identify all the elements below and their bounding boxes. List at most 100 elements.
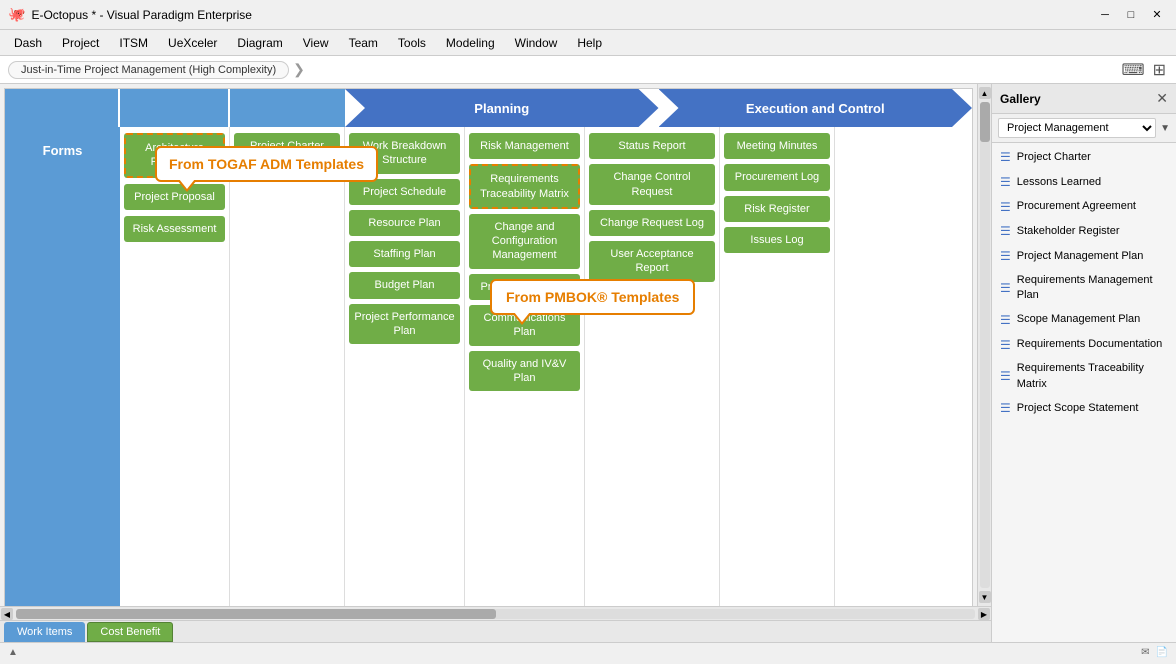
exec-card-uar[interactable]: User Acceptance Report — [589, 241, 715, 282]
menu-window[interactable]: Window — [505, 34, 568, 52]
doc-icon-6: ☰ — [1000, 312, 1011, 329]
col-planning-1: Work Breakdown Structure Project Schedul… — [345, 127, 465, 606]
plan-card-quality[interactable]: Quality and IV&V Plan — [469, 351, 580, 392]
menu-bar: Dash Project ITSM UeXceler Diagram View … — [0, 30, 1176, 56]
gallery-filter-arrow: ▼ — [1160, 123, 1170, 134]
status-page-icon[interactable]: 📄 — [1156, 647, 1168, 658]
tab-cost-benefit[interactable]: Cost Benefit — [87, 622, 173, 642]
gallery-item-9[interactable]: ☰ Project Scope Statement — [992, 396, 1176, 421]
exec-card-riskreg[interactable]: Risk Register — [724, 196, 830, 222]
gallery-filter-select[interactable]: Project Management — [998, 118, 1156, 138]
plan-card-budget[interactable]: Budget Plan — [349, 272, 460, 298]
header-forms — [5, 89, 120, 127]
gallery-item-label-5: Requirements Management Plan — [1017, 273, 1168, 304]
exec-card-proclog[interactable]: Procurement Log — [724, 164, 830, 190]
h-scroll-right[interactable]: ▶ — [978, 608, 990, 620]
plan-card-resource[interactable]: Resource Plan — [349, 210, 460, 236]
swim-lanes: Planning Execution and Control Forms — [4, 88, 973, 606]
gallery-item-label-2: Procurement Agreement — [1017, 199, 1136, 214]
breadcrumb-bar: Just-in-Time Project Management (High Co… — [0, 56, 1176, 84]
exec-card-crl[interactable]: Change Request Log — [589, 210, 715, 236]
gallery-item-label-9: Project Scope Statement — [1017, 401, 1139, 416]
col-init: Project Charter — [230, 127, 345, 606]
menu-itsm[interactable]: ITSM — [109, 34, 158, 52]
window-controls: ─ □ ✕ — [1094, 4, 1168, 26]
header-execution: Execution and Control — [659, 89, 973, 127]
gallery-item-4[interactable]: ☰ Project Management Plan — [992, 244, 1176, 269]
close-button[interactable]: ✕ — [1146, 4, 1168, 26]
plan-card-risk-mgmt[interactable]: Risk Management — [469, 133, 580, 159]
menu-modeling[interactable]: Modeling — [436, 34, 505, 52]
gallery-item-6[interactable]: ☰ Scope Management Plan — [992, 308, 1176, 333]
menu-tools[interactable]: Tools — [388, 34, 436, 52]
keyboard-icon[interactable]: ⌨ — [1120, 58, 1147, 82]
h-scroll-track[interactable] — [16, 609, 975, 619]
plan-card-change[interactable]: Change and Configuration Management — [469, 214, 580, 269]
gallery-item-1[interactable]: ☰ Lessons Learned — [992, 170, 1176, 195]
doc-icon-8: ☰ — [1000, 368, 1011, 385]
callout-togaf: From TOGAF ADM Templates — [155, 146, 378, 182]
gallery-item-7[interactable]: ☰ Requirements Documentation — [992, 333, 1176, 358]
gallery-item-5[interactable]: ☰ Requirements Management Plan — [992, 269, 1176, 308]
togaf-card-proposal[interactable]: Project Proposal — [124, 184, 225, 210]
status-mail-icon[interactable]: ✉ — [1141, 647, 1149, 658]
plan-card-performance[interactable]: Project Performance Plan — [349, 304, 460, 345]
gallery-item-8[interactable]: ☰ Requirements Traceability Matrix — [992, 357, 1176, 396]
tab-bar: Work Items Cost Benefit — [0, 620, 991, 642]
doc-icon-3: ☰ — [1000, 223, 1011, 240]
gallery-item-label-3: Stakeholder Register — [1017, 224, 1120, 239]
h-scrollbar-container[interactable]: ◀ ▶ — [0, 606, 991, 620]
h-scroll-left[interactable]: ◀ — [1, 608, 13, 620]
gallery-item-0[interactable]: ☰ Project Charter — [992, 145, 1176, 170]
v-scroll-track[interactable] — [980, 102, 990, 588]
gallery-filter[interactable]: Project Management ▼ — [992, 114, 1176, 143]
v-scroll-up[interactable]: ▲ — [979, 87, 991, 99]
togaf-card-risk[interactable]: Risk Assessment — [124, 216, 225, 242]
menu-uexceler[interactable]: UeXceler — [158, 34, 227, 52]
plan-card-rtm[interactable]: Requirements Traceability Matrix — [469, 164, 580, 209]
tab-work-items[interactable]: Work Items — [4, 622, 85, 642]
menu-team[interactable]: Team — [339, 34, 388, 52]
exec-card-minutes[interactable]: Meeting Minutes — [724, 133, 830, 159]
v-scroll-down[interactable]: ▼ — [979, 591, 991, 603]
exec-card-status[interactable]: Status Report — [589, 133, 715, 159]
col-togaf: Architecture Principles Project Proposal… — [120, 127, 230, 606]
doc-icon-5: ☰ — [1000, 280, 1011, 297]
breadcrumb[interactable]: Just-in-Time Project Management (High Co… — [8, 61, 289, 79]
gallery-item-label-6: Scope Management Plan — [1017, 312, 1141, 327]
canvas-content: From TOGAF ADM Templates From PMBOK® Tem… — [0, 84, 977, 606]
menu-dash[interactable]: Dash — [4, 34, 52, 52]
plan-card-schedule[interactable]: Project Schedule — [349, 179, 460, 205]
menu-help[interactable]: Help — [567, 34, 612, 52]
breadcrumb-arrow: ❯ — [293, 61, 305, 78]
v-scroll-thumb — [980, 102, 990, 142]
menu-diagram[interactable]: Diagram — [227, 34, 292, 52]
callout-pmbok: From PMBOK® Templates — [490, 279, 695, 315]
gallery-item-label-8: Requirements Traceability Matrix — [1017, 361, 1168, 392]
col-execution-mid: Meeting Minutes Procurement Log Risk Reg… — [720, 127, 835, 606]
v-scrollbar[interactable]: ▲ ▼ — [977, 84, 991, 606]
status-arrow: ▲ — [8, 647, 18, 658]
h-scroll-thumb — [16, 609, 496, 619]
doc-icon-2: ☰ — [1000, 199, 1011, 216]
maximize-button[interactable]: □ — [1120, 4, 1142, 26]
menu-view[interactable]: View — [293, 34, 339, 52]
plan-card-staffing[interactable]: Staffing Plan — [349, 241, 460, 267]
forms-label: Forms — [35, 135, 91, 166]
layout-icon[interactable]: ⊞ — [1151, 58, 1168, 82]
exec-card-issues[interactable]: Issues Log — [724, 227, 830, 253]
gallery-item-2[interactable]: ☰ Procurement Agreement — [992, 195, 1176, 220]
canvas-inner: From TOGAF ADM Templates From PMBOK® Tem… — [0, 84, 991, 606]
exec-card-ccr[interactable]: Change Control Request — [589, 164, 715, 205]
gallery-item-label-1: Lessons Learned — [1017, 175, 1101, 190]
main-container: From TOGAF ADM Templates From PMBOK® Tem… — [0, 84, 1176, 642]
doc-icon-0: ☰ — [1000, 149, 1011, 166]
status-bar: ▲ ✉ 📄 — [0, 642, 1176, 662]
gallery-item-3[interactable]: ☰ Stakeholder Register — [992, 219, 1176, 244]
toolbar-icons: ⌨ ⊞ — [1120, 58, 1169, 82]
gallery-close-button[interactable]: ✕ — [1156, 90, 1168, 107]
header-row: Planning Execution and Control — [5, 89, 972, 127]
menu-project[interactable]: Project — [52, 34, 109, 52]
minimize-button[interactable]: ─ — [1094, 4, 1116, 26]
gallery-item-label-4: Project Management Plan — [1017, 249, 1144, 264]
